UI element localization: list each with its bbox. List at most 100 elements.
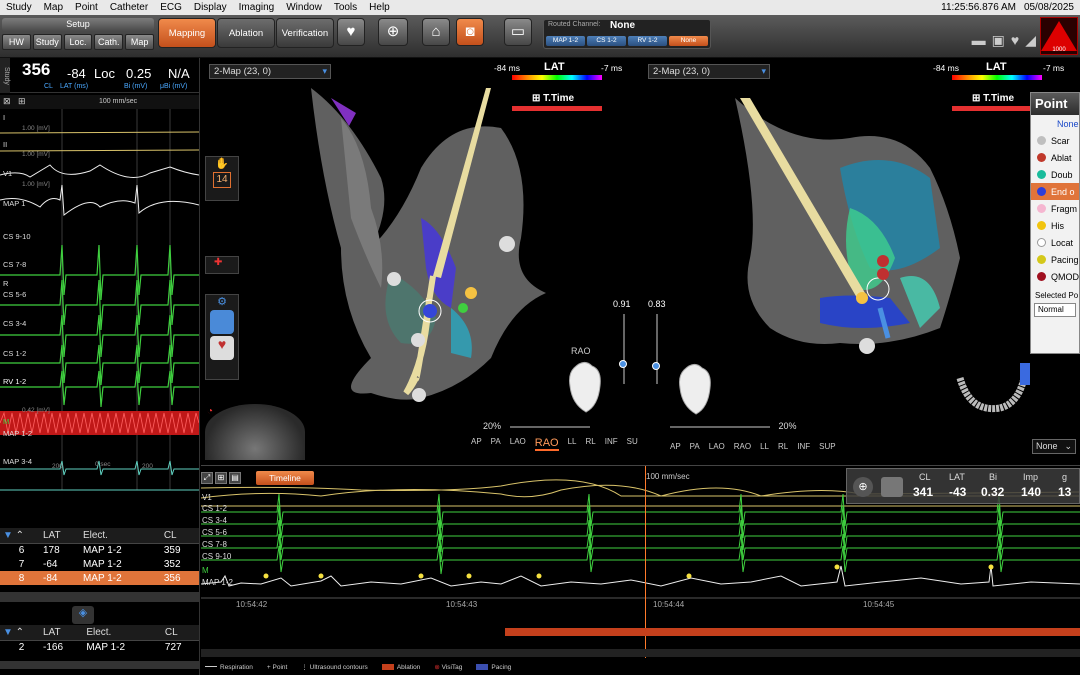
point-type-scar[interactable]: Scar (1031, 132, 1079, 149)
orientation-dial[interactable]: ◔ (205, 404, 305, 460)
menu-study[interactable]: Study (0, 2, 38, 13)
view-pa-button[interactable]: PA (491, 437, 501, 451)
table-row[interactable]: 7 -64 MAP 1-2 352 (0, 557, 199, 571)
menu-tools[interactable]: Tools (328, 2, 363, 13)
channel-rv12-button[interactable]: RV 1-2 (628, 36, 667, 46)
heart-shape-icon[interactable]: ♥ (210, 336, 234, 360)
table-filter-header[interactable]: ▼ ⌃ (0, 528, 40, 544)
col-header-cl[interactable]: CL (160, 528, 199, 544)
menu-display[interactable]: Display (188, 2, 233, 13)
table-row-selected[interactable]: 8 -84 MAP 1-2 356 (0, 571, 199, 585)
timeline-scrollbar[interactable] (201, 649, 1080, 657)
view-inf-button[interactable]: INF (797, 442, 810, 451)
table2-filter-header[interactable]: ▼ ⌃ (0, 625, 40, 641)
point-type-double[interactable]: Doub (1031, 166, 1079, 183)
view-rl-button[interactable]: RL (586, 437, 596, 451)
compass-icon[interactable]: ⊕ (853, 477, 873, 497)
menu-window[interactable]: Window (280, 2, 328, 13)
point-type-end[interactable]: End o (1031, 183, 1079, 200)
setup-map-button[interactable]: Map (125, 34, 154, 50)
catheter-tool-box[interactable]: ✚ (205, 256, 239, 274)
map-view-left[interactable]: 2-Map (23, 0) ▾ -84 ms LAT -7 ms ⊞ T.Tim… (201, 58, 638, 463)
monitor-icon[interactable]: ▭ (504, 18, 532, 46)
zoom-control-left[interactable]: 20% (483, 421, 590, 431)
point-dot-icon (1037, 221, 1046, 230)
channel-none-button[interactable]: None (669, 36, 708, 46)
view-sup-button[interactable]: SUP (819, 442, 835, 451)
zoom-control-right[interactable]: 20% (670, 421, 797, 431)
study-side-tab[interactable]: Study (0, 58, 10, 93)
catheter-view-icon[interactable]: ⌂ (422, 18, 450, 46)
channel-cs12-button[interactable]: CS 1-2 (587, 36, 626, 46)
col-header-lat[interactable]: LAT (40, 528, 80, 544)
setup-cath-button[interactable]: Cath. (94, 34, 124, 50)
slider-knob-right[interactable] (652, 362, 660, 370)
view-ap-button[interactable]: AP (670, 442, 681, 451)
snapshot-icon[interactable] (881, 477, 903, 497)
filter-icon[interactable]: ▼ (3, 627, 13, 638)
view-rao-button[interactable]: RAO (734, 442, 751, 451)
mapping-mode-button[interactable]: Mapping (158, 18, 216, 48)
display-mode-icon[interactable] (210, 310, 234, 334)
map-view-right[interactable]: 2-Map (23, 0) ▾ -84 ms LAT -7 ms ⊞ T.Tim… (640, 58, 1080, 463)
table-row[interactable]: 2 -166 MAP 1-2 727 (0, 640, 199, 654)
menu-point[interactable]: Point (69, 2, 104, 13)
point-type-fragmented[interactable]: Fragm (1031, 200, 1079, 217)
map-title-right[interactable]: 2-Map (23, 0) ▾ (648, 64, 770, 79)
col-header-elect[interactable]: Elect. (79, 528, 161, 544)
table-row[interactable]: 6 178 MAP 1-2 359 (0, 543, 199, 557)
vertical-slider-right[interactable] (656, 314, 658, 384)
table-scrollbar[interactable] (0, 592, 199, 602)
setup-hw-button[interactable]: HW (2, 34, 31, 50)
view-ll-button[interactable]: LL (568, 437, 577, 451)
col2-header-lat[interactable]: LAT (40, 625, 84, 641)
ecg-traces[interactable]: ⊠ ⊞ 100 mm/sec I II V1 MAP 1 CS 9-10 CS … (0, 95, 199, 495)
map-title-left[interactable]: 2-Map (23, 0) ▾ (209, 64, 331, 79)
slider-knob-left[interactable] (619, 360, 627, 368)
point-type-his[interactable]: His (1031, 217, 1079, 234)
point-type-none[interactable]: None (1031, 115, 1079, 132)
camera-icon[interactable]: ◙ (456, 18, 484, 46)
menu-map[interactable]: Map (38, 2, 69, 13)
filter-icon[interactable]: ▼ (3, 530, 13, 541)
compass-icon[interactable]: ⊕ (378, 18, 408, 46)
verification-mode-button[interactable]: Verification (276, 18, 334, 48)
table2-scrollbar[interactable] (0, 661, 199, 669)
ablation-mode-button[interactable]: Ablation (217, 18, 275, 48)
view-sup-button[interactable]: SUP (627, 437, 638, 451)
none-dropdown[interactable]: None ⌄ (1032, 439, 1076, 454)
lat-max-right: -7 ms (1043, 63, 1065, 73)
view-rl-button[interactable]: RL (778, 442, 788, 451)
timeline-panel[interactable]: ⤢ ⊞ ▤ Timeline 100 mm/sec V1 CS 1-2 CS 3… (201, 465, 1080, 675)
selected-point-select[interactable]: Normal (1034, 303, 1076, 317)
vertical-slider-left[interactable] (623, 314, 625, 384)
map-dropdown-icon[interactable]: ▾ (322, 65, 327, 78)
hand-tool-icon[interactable]: ✋ (206, 157, 238, 170)
gauge-icon[interactable]: ◔ (207, 406, 213, 417)
view-lao-button[interactable]: LAO (510, 437, 526, 451)
view-ll-button[interactable]: LL (760, 442, 769, 451)
point-type-pacing[interactable]: Pacing (1031, 251, 1079, 268)
point-type-location[interactable]: Locat (1031, 234, 1079, 251)
point-type-ablation[interactable]: Ablat (1031, 149, 1079, 166)
menu-imaging[interactable]: Imaging (233, 2, 281, 13)
view-inf-button[interactable]: INF (605, 437, 618, 451)
settings-icon[interactable]: ⚙ (206, 295, 238, 308)
menu-catheter[interactable]: Catheter (104, 2, 154, 13)
map-settings-icon[interactable]: ◈ (72, 606, 94, 624)
map-dropdown-icon[interactable]: ▾ (761, 65, 766, 78)
view-rao-button[interactable]: RAO (534, 437, 559, 451)
view-lao-button[interactable]: LAO (709, 442, 725, 451)
point-type-qmode[interactable]: QMOD (1031, 268, 1079, 285)
view-pa-button[interactable]: PA (690, 442, 700, 451)
setup-loc-button[interactable]: Loc. (63, 34, 93, 50)
channel-map12-button[interactable]: MAP 1-2 (546, 36, 585, 46)
menu-ecg[interactable]: ECG (154, 2, 188, 13)
menu-help[interactable]: Help (363, 2, 396, 13)
heart-icon[interactable]: ♥ (337, 18, 365, 46)
col2-header-cl[interactable]: CL (161, 625, 199, 641)
catheter-icon[interactable]: ✚ (206, 257, 222, 268)
view-ap-button[interactable]: AP (471, 437, 482, 451)
setup-study-button[interactable]: Study (32, 34, 62, 50)
col2-header-elect[interactable]: Elect. (83, 625, 162, 641)
